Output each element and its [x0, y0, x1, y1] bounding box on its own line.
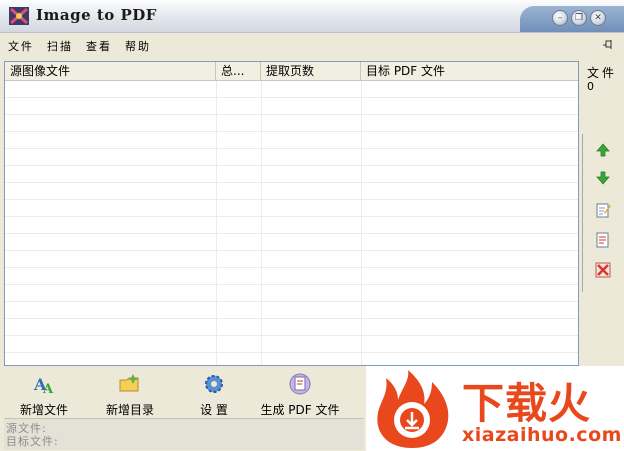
pdf-icon [289, 373, 311, 395]
app-logo-icon [9, 7, 29, 25]
status-area: 源文件: 目标文件: [4, 418, 364, 450]
restore-button[interactable]: ❐ [571, 10, 587, 26]
watermark-logo: 下载火 xiazaihuo.com [366, 366, 624, 451]
edit-icon [596, 203, 611, 218]
gear-icon [205, 375, 223, 393]
menu-help[interactable]: 帮助 [125, 38, 151, 54]
add-file-button[interactable]: A A 新增文件 [14, 370, 74, 417]
add-folder-label: 新增目录 [105, 403, 154, 417]
window-title: Image to PDF [36, 6, 157, 24]
list-tool-strip [582, 134, 623, 292]
table-row[interactable] [5, 166, 578, 183]
column-total[interactable]: 总... [216, 62, 261, 80]
minimize-button[interactable]: – [552, 10, 568, 26]
menu-scan[interactable]: 扫描 [47, 38, 73, 54]
table-row[interactable] [5, 98, 578, 115]
file-list[interactable]: 源图像文件 总... 提取页数 目标 PDF 文件 [4, 61, 579, 366]
restore-icon: ❐ [574, 12, 584, 23]
table-row[interactable] [5, 115, 578, 132]
menu-file[interactable]: 文件 [8, 38, 34, 54]
pin-icon[interactable] [602, 39, 614, 51]
table-row[interactable] [5, 319, 578, 336]
edit-button[interactable] [593, 200, 613, 220]
generate-pdf-button[interactable]: 生成 PDF 文件 [258, 370, 342, 417]
delete-button[interactable] [593, 260, 613, 280]
list-rows [5, 81, 578, 365]
folder-icon [119, 374, 139, 392]
arrow-down-icon [596, 171, 610, 185]
arrow-up-icon [596, 143, 610, 157]
table-row[interactable] [5, 234, 578, 251]
column-source-image[interactable]: 源图像文件 [5, 62, 216, 80]
column-target-pdf[interactable]: 目标 PDF 文件 [361, 62, 578, 80]
document-properties-icon [596, 232, 609, 248]
table-row[interactable] [5, 149, 578, 166]
table-row[interactable] [5, 285, 578, 302]
table-row[interactable] [5, 200, 578, 217]
settings-label: 设 置 [200, 403, 228, 417]
table-row[interactable] [5, 336, 578, 353]
add-folder-button[interactable]: 新增目录 [100, 370, 160, 417]
table-row[interactable] [5, 132, 578, 149]
svg-text:A: A [42, 382, 54, 396]
column-extract-pages[interactable]: 提取页数 [261, 62, 361, 80]
target-file-status: 目标文件: [6, 435, 59, 448]
generate-pdf-label: 生成 PDF 文件 [260, 403, 340, 417]
title-bar[interactable]: Image to PDF – ❐ ✕ [0, 0, 624, 33]
table-row[interactable] [5, 302, 578, 319]
table-row[interactable] [5, 353, 578, 365]
file-count-value: 0 [587, 80, 594, 93]
menu-view[interactable]: 查看 [86, 38, 112, 54]
minimize-icon: – [557, 12, 563, 23]
move-down-button[interactable] [593, 168, 613, 188]
flame-logo-icon [377, 370, 449, 448]
bottom-toolbar: A A 新增文件 新增目录 设 置 生成 PDF 文件 [0, 366, 366, 418]
watermark-text: 下载火 [462, 379, 592, 428]
table-row[interactable] [5, 268, 578, 285]
close-button[interactable]: ✕ [590, 10, 606, 26]
file-count-label: 文件 [587, 66, 618, 80]
app-window: Image to PDF – ❐ ✕ 文件 扫描 查看 帮助 源图像文件 总..… [0, 0, 624, 451]
table-row[interactable] [5, 183, 578, 200]
add-file-label: 新增文件 [19, 403, 68, 417]
properties-button[interactable] [593, 230, 613, 250]
list-header: 源图像文件 总... 提取页数 目标 PDF 文件 [5, 62, 578, 81]
move-up-button[interactable] [593, 140, 613, 160]
close-icon: ✕ [594, 12, 602, 23]
menu-bar: 文件 扫描 查看 帮助 [0, 33, 624, 57]
settings-button[interactable]: 设 置 [190, 370, 238, 417]
watermark-url: xiazaihuo.com [462, 424, 622, 446]
table-row[interactable] [5, 251, 578, 268]
table-row[interactable] [5, 217, 578, 234]
add-file-icon: A A [33, 375, 54, 396]
table-row[interactable] [5, 81, 578, 98]
delete-icon [595, 262, 611, 278]
